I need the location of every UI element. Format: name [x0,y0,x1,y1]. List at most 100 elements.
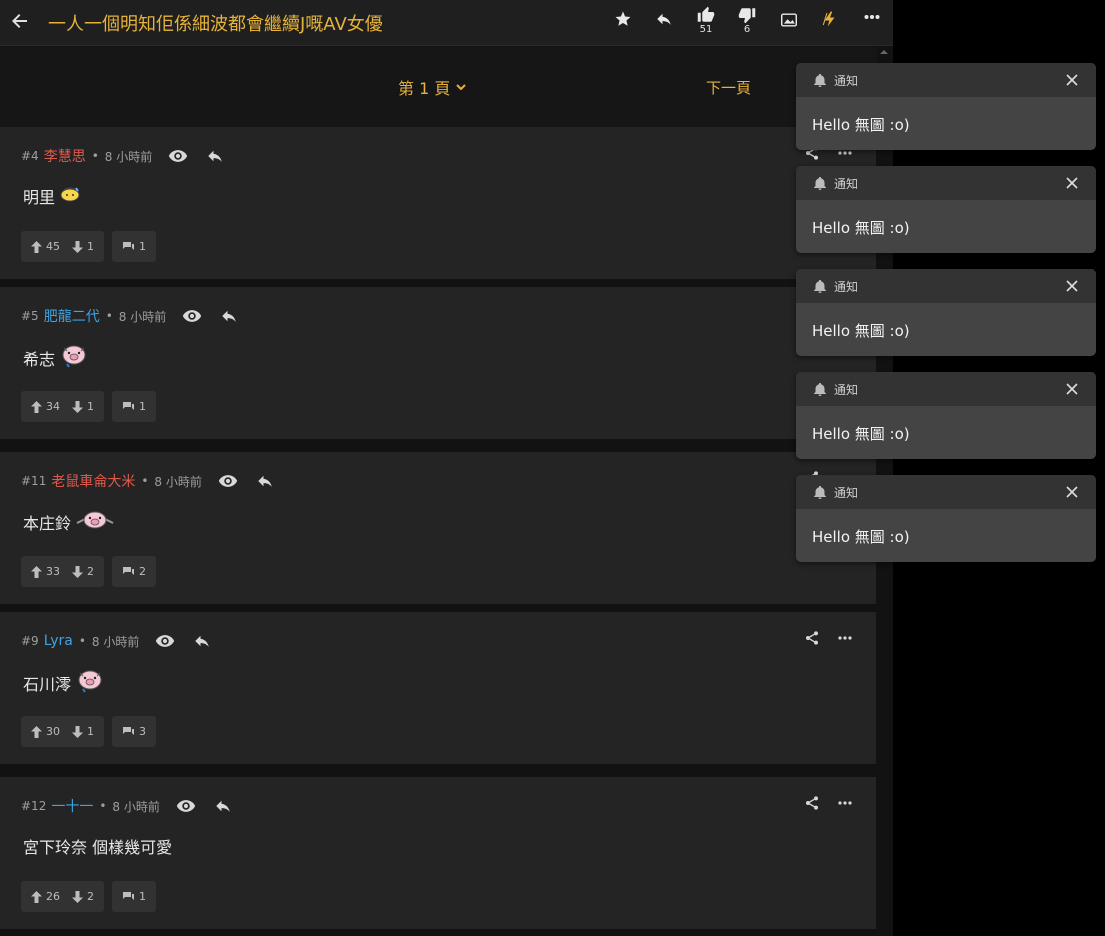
upvote-button[interactable]: 34 [31,400,60,413]
vote-box: 26 2 [21,881,104,912]
close-notification-button[interactable] [1064,175,1080,191]
close-icon [1066,74,1078,86]
upvote-count: 30 [46,725,60,738]
bell-icon [814,382,826,396]
comments-button[interactable]: 1 [112,881,156,912]
upvote-button[interactable]: 45 [31,240,60,253]
close-notification-button[interactable] [1064,72,1080,88]
post-time: 8 小時前 [154,474,202,489]
notification-label: 通知 [834,382,859,397]
downvote-button[interactable]: 1 [72,240,94,253]
next-page-link[interactable]: 下一頁 [706,77,751,98]
reply-icon [258,475,272,487]
more-icon [838,636,852,640]
dislike-button[interactable]: 6 [732,6,762,40]
comments-button[interactable]: 2 [112,556,156,587]
upvote-button[interactable]: 33 [31,565,60,578]
comments-button[interactable]: 1 [112,231,156,262]
post-username[interactable]: 李慧思 [44,146,86,166]
arrow-down-icon [72,565,83,578]
view-user-posts-button[interactable] [218,474,238,488]
more-icon [864,15,880,19]
close-notification-button[interactable] [1064,278,1080,294]
view-user-posts-button[interactable] [182,309,202,323]
comment-icon [123,892,134,900]
downvote-count: 2 [87,890,94,903]
back-button[interactable] [8,9,32,33]
eye-icon [169,150,188,162]
comments-button[interactable]: 3 [112,716,156,747]
notification-toast: 通知 Hello 無圖 :o) [796,475,1096,562]
more-options-button[interactable] [857,14,887,48]
share-button[interactable] [804,630,820,646]
view-user-posts-button[interactable] [155,634,175,648]
arrow-up-icon [31,240,42,253]
reply-icon [208,150,222,162]
vote-box: 30 1 [21,716,104,747]
notification-header: 通知 [796,372,1096,406]
post-item: #4 李慧思 • 8 小時前 明里 45 1 1 [0,127,876,279]
post-username[interactable]: 一十一 [51,796,93,816]
downvote-button[interactable]: 1 [72,725,94,738]
post-more-button[interactable] [838,801,852,805]
lightning-button[interactable] [815,10,845,44]
upvote-button[interactable]: 30 [31,725,60,738]
bell-icon [814,73,826,87]
downvote-button[interactable]: 2 [72,565,94,578]
share-icon [806,796,818,810]
reply-post-button[interactable] [206,148,224,164]
reply-post-button[interactable] [193,633,211,649]
vote-box: 45 1 [21,231,104,262]
back-arrow-icon [12,14,27,28]
post-vote-row: 26 2 1 [21,881,156,912]
page-select-dropdown[interactable]: 第 1 頁 [398,75,467,99]
app-window: 一人一個明知佢係細波都會繼續J嘅AV女優 51 6 第 1 頁 下一頁 #4 李… [0,0,893,936]
post-number: #12 [21,799,47,813]
bookmark-button[interactable] [608,10,638,44]
post-username[interactable]: 老鼠車侖大米 [51,471,135,491]
reply-post-button[interactable] [220,308,238,324]
bell-icon [814,279,826,293]
share-button[interactable] [804,795,820,811]
post-emoji [59,185,81,207]
reply-icon [216,800,230,812]
comment-count: 2 [139,565,146,578]
separator-dot: • [141,474,149,488]
notification-message: Hello 無圖 :o) [812,528,910,546]
post-more-button[interactable] [838,151,852,155]
notification-header: 通知 [796,269,1096,303]
like-button[interactable]: 51 [691,6,721,40]
comments-button[interactable]: 1 [112,391,156,422]
post-username[interactable]: 肥龍二代 [44,306,100,326]
post-time: 8 小時前 [104,149,153,164]
post-emoji [75,509,115,535]
notification-header: 通知 [796,475,1096,509]
post-number: #11 [21,474,47,488]
separator-dot: • [105,309,113,323]
upvote-button[interactable]: 26 [31,890,60,903]
post-number: #5 [21,309,39,323]
view-user-posts-button[interactable] [168,149,188,163]
close-notification-button[interactable] [1064,484,1080,500]
close-icon [1066,177,1078,189]
image-toggle-button[interactable] [774,12,804,46]
post-emoji [75,669,105,697]
comment-count: 1 [139,890,146,903]
scroll-up-arrow[interactable] [879,48,889,56]
pig-emoji-icon [78,670,102,693]
close-notification-button[interactable] [1064,381,1080,397]
notification-label: 通知 [834,73,859,88]
downvote-button[interactable]: 2 [72,890,94,903]
reply-post-button[interactable] [214,798,232,814]
reply-post-button[interactable] [256,473,274,489]
downvote-button[interactable]: 1 [72,400,94,413]
reply-topic-button[interactable] [649,10,679,44]
post-text: 石川澪 [23,675,72,694]
post-username[interactable]: Lyra [44,633,73,649]
dislike-count: 6 [743,24,751,35]
view-user-posts-button[interactable] [176,799,196,813]
comment-icon [123,242,134,250]
post-item: #12 一十一 • 8 小時前 宮下玲奈 個樣幾可愛 26 2 1 [0,777,876,929]
post-more-button[interactable] [838,636,852,640]
arrow-up-icon [31,725,42,738]
